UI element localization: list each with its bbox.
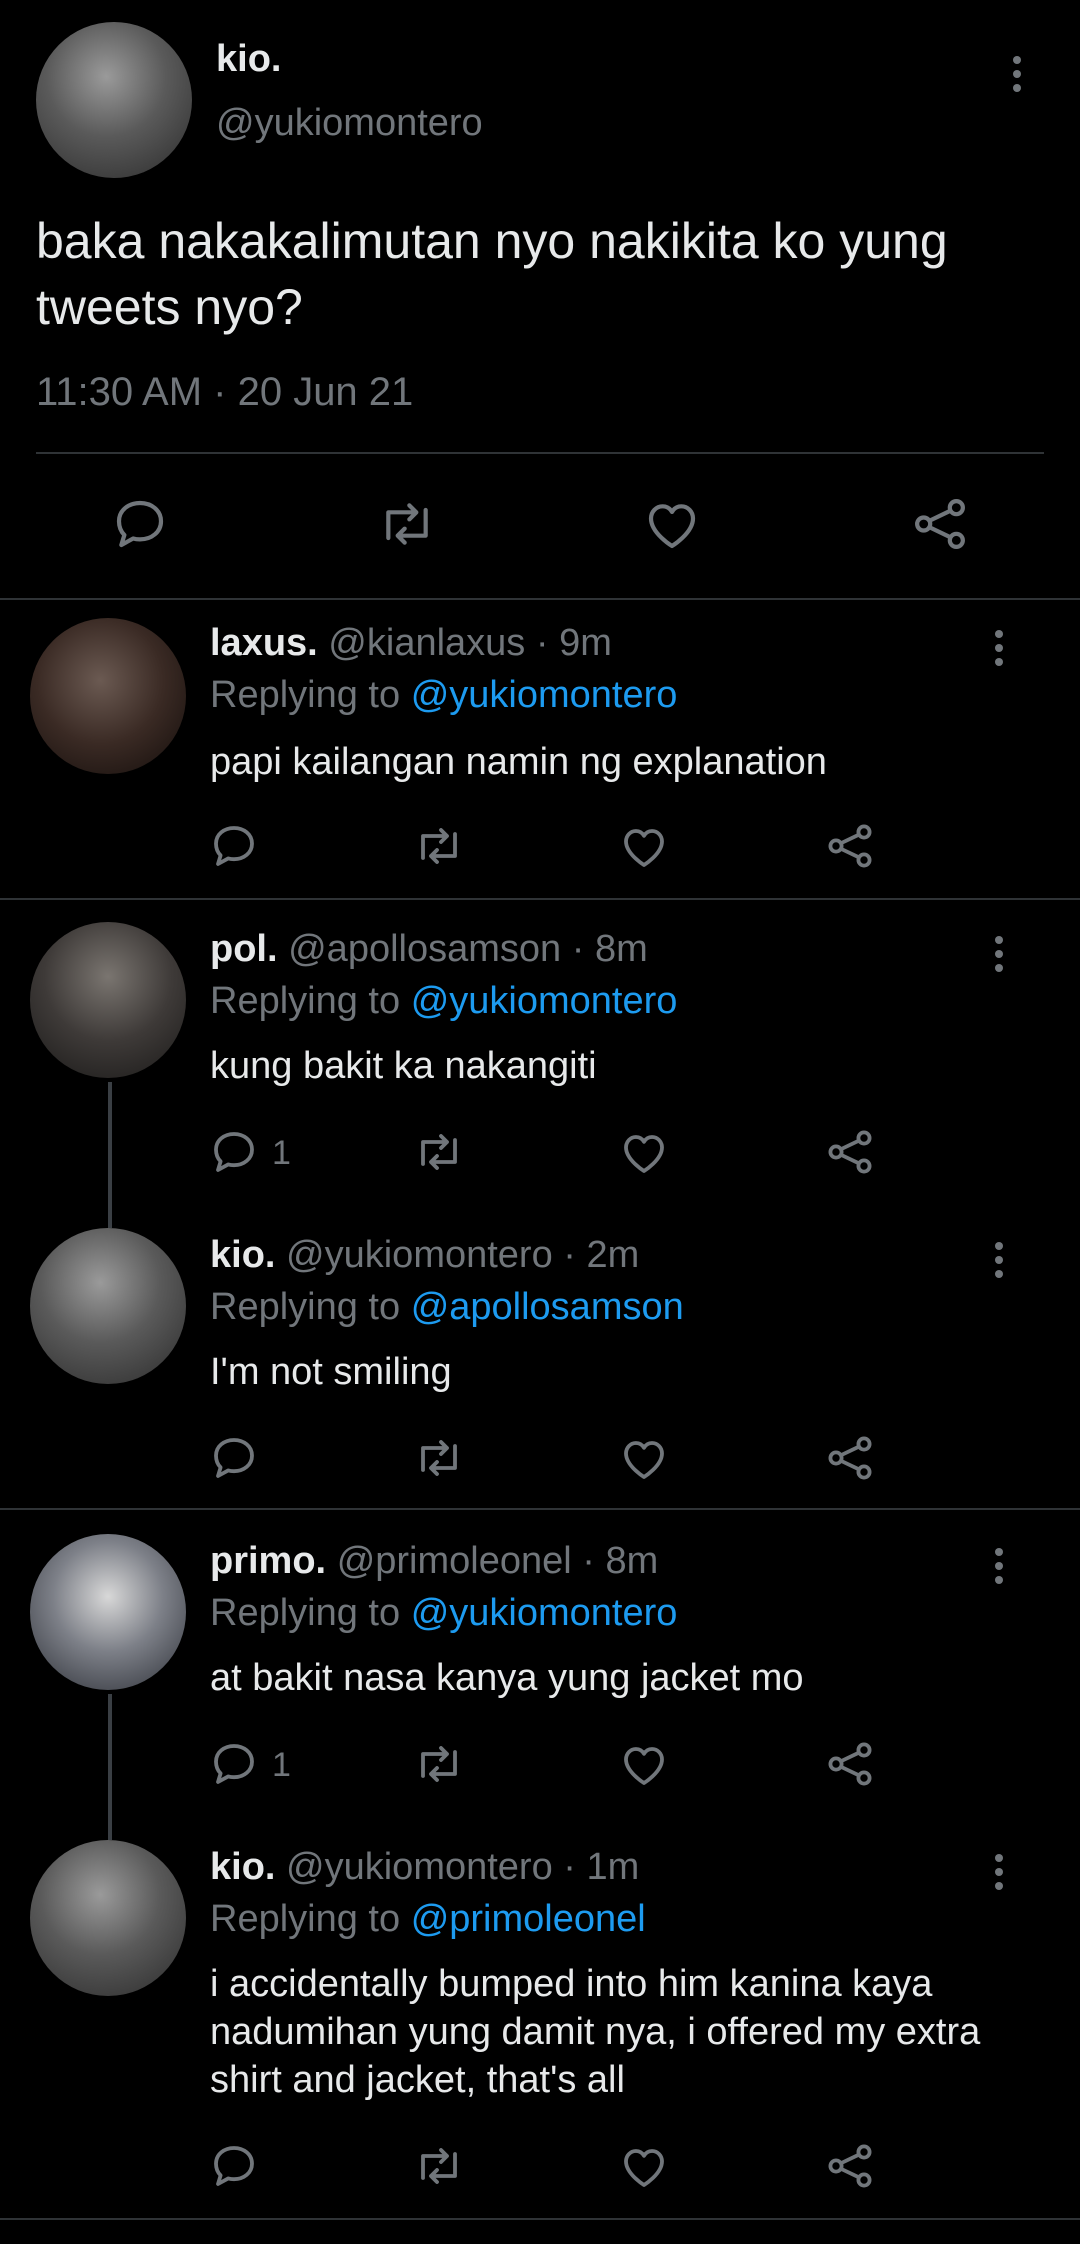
author-handle[interactable]: @primoleonel bbox=[337, 1540, 572, 1582]
thread-line bbox=[108, 1694, 112, 1840]
tweet-timestamp[interactable]: 11:30 AM · 20 Jun 21 bbox=[36, 370, 413, 415]
replying-label: Replying to bbox=[210, 1286, 401, 1328]
author-name[interactable]: kio. bbox=[210, 1234, 275, 1276]
replying-label: Replying to bbox=[210, 674, 401, 716]
retweet-icon[interactable] bbox=[412, 1740, 466, 1788]
reply-age: · 8m bbox=[571, 928, 648, 970]
replying-to: Replying to @yukiomontero bbox=[210, 980, 677, 1023]
share-icon[interactable] bbox=[826, 1434, 874, 1482]
reply-text: I'm not smiling bbox=[210, 1351, 452, 1393]
reply-header: kio. @yukiomontero · 2m bbox=[210, 1234, 639, 1277]
reply-age: · 1m bbox=[563, 1846, 640, 1888]
reply-header: laxus. @kianlaxus · 9m bbox=[210, 622, 612, 665]
divider bbox=[0, 598, 1080, 600]
thread-line bbox=[108, 1082, 112, 1228]
author-handle[interactable]: @yukiomontero bbox=[286, 1234, 553, 1276]
reply-count: 1 bbox=[272, 1134, 291, 1172]
heart-icon[interactable] bbox=[620, 824, 668, 870]
retweet-icon[interactable] bbox=[376, 496, 438, 552]
reply-icon[interactable] bbox=[112, 496, 168, 552]
author-handle[interactable]: @yukiomontero bbox=[216, 102, 483, 145]
avatar-main[interactable] bbox=[36, 22, 192, 178]
author-name[interactable]: kio. bbox=[216, 38, 281, 81]
replying-to-link[interactable]: @yukiomontero bbox=[411, 980, 678, 1022]
heart-icon[interactable] bbox=[620, 1742, 668, 1788]
reply-age: · 8m bbox=[582, 1540, 659, 1582]
replying-to: Replying to @primoleonel bbox=[210, 1898, 646, 1941]
tweet-text: baka nakakalimutan nyo nakikita ko yung … bbox=[36, 213, 948, 335]
share-icon[interactable] bbox=[912, 496, 968, 552]
reply-header: kio. @yukiomontero · 1m bbox=[210, 1846, 639, 1889]
replying-to: Replying to @yukiomontero bbox=[210, 674, 677, 717]
more-vertical-icon[interactable] bbox=[993, 936, 1005, 972]
reply-header: primo. @primoleonel · 8m bbox=[210, 1540, 658, 1583]
reply-icon[interactable] bbox=[210, 2142, 258, 2190]
author-name[interactable]: pol. bbox=[210, 928, 278, 970]
reply-age: · 9m bbox=[535, 622, 612, 664]
replying-to-link[interactable]: @yukiomontero bbox=[411, 674, 678, 716]
author-handle[interactable]: @yukiomontero bbox=[286, 1846, 553, 1888]
replying-to-link[interactable]: @primoleonel bbox=[411, 1898, 646, 1940]
divider bbox=[36, 452, 1044, 454]
reply-text: i accidentally bumped into him kanina ka… bbox=[210, 1963, 981, 2101]
share-icon[interactable] bbox=[826, 822, 874, 870]
author-name[interactable]: laxus. bbox=[210, 622, 318, 664]
replying-to: Replying to @apollosamson bbox=[210, 1286, 684, 1329]
retweet-icon[interactable] bbox=[412, 2142, 466, 2190]
avatar[interactable] bbox=[30, 922, 186, 1078]
more-vertical-icon[interactable] bbox=[993, 630, 1005, 666]
avatar[interactable] bbox=[30, 618, 186, 774]
reply-age: · 2m bbox=[563, 1234, 640, 1276]
reply-icon[interactable] bbox=[210, 1434, 258, 1482]
reply-text: papi kailangan namin ng explanation bbox=[210, 741, 827, 783]
more-vertical-icon[interactable] bbox=[993, 1548, 1005, 1584]
retweet-icon[interactable] bbox=[412, 1128, 466, 1176]
divider bbox=[0, 898, 1080, 900]
reply-text: kung bakit ka nakangiti bbox=[210, 1045, 597, 1087]
share-icon[interactable] bbox=[826, 1740, 874, 1788]
heart-icon[interactable] bbox=[644, 498, 700, 552]
avatar[interactable] bbox=[30, 1840, 186, 1996]
heart-icon[interactable] bbox=[620, 2144, 668, 2190]
author-name[interactable]: kio. bbox=[210, 1846, 275, 1888]
retweet-icon[interactable] bbox=[412, 822, 466, 870]
share-icon[interactable] bbox=[826, 1128, 874, 1176]
more-vertical-icon[interactable] bbox=[1011, 56, 1023, 92]
reply-icon[interactable] bbox=[210, 1128, 258, 1176]
more-vertical-icon[interactable] bbox=[993, 1242, 1005, 1278]
author-handle[interactable]: @apollosamson bbox=[288, 928, 561, 970]
replying-label: Replying to bbox=[210, 980, 401, 1022]
author-handle[interactable]: @kianlaxus bbox=[328, 622, 525, 664]
replying-to: Replying to @yukiomontero bbox=[210, 1592, 677, 1635]
divider bbox=[0, 1508, 1080, 1510]
reply-header: pol. @apollosamson · 8m bbox=[210, 928, 648, 971]
avatar[interactable] bbox=[30, 1534, 186, 1690]
more-vertical-icon[interactable] bbox=[993, 1854, 1005, 1890]
divider bbox=[0, 2218, 1080, 2220]
reply-count: 1 bbox=[272, 1746, 291, 1784]
share-icon[interactable] bbox=[826, 2142, 874, 2190]
avatar[interactable] bbox=[30, 1228, 186, 1384]
replying-to-link[interactable]: @apollosamson bbox=[411, 1286, 684, 1328]
replying-to-link[interactable]: @yukiomontero bbox=[411, 1592, 678, 1634]
replying-label: Replying to bbox=[210, 1592, 401, 1634]
reply-icon[interactable] bbox=[210, 822, 258, 870]
author-name[interactable]: primo. bbox=[210, 1540, 326, 1582]
reply-icon[interactable] bbox=[210, 1740, 258, 1788]
heart-icon[interactable] bbox=[620, 1130, 668, 1176]
heart-icon[interactable] bbox=[620, 1436, 668, 1482]
retweet-icon[interactable] bbox=[412, 1434, 466, 1482]
replying-label: Replying to bbox=[210, 1898, 401, 1940]
reply-text: at bakit nasa kanya yung jacket mo bbox=[210, 1657, 804, 1699]
